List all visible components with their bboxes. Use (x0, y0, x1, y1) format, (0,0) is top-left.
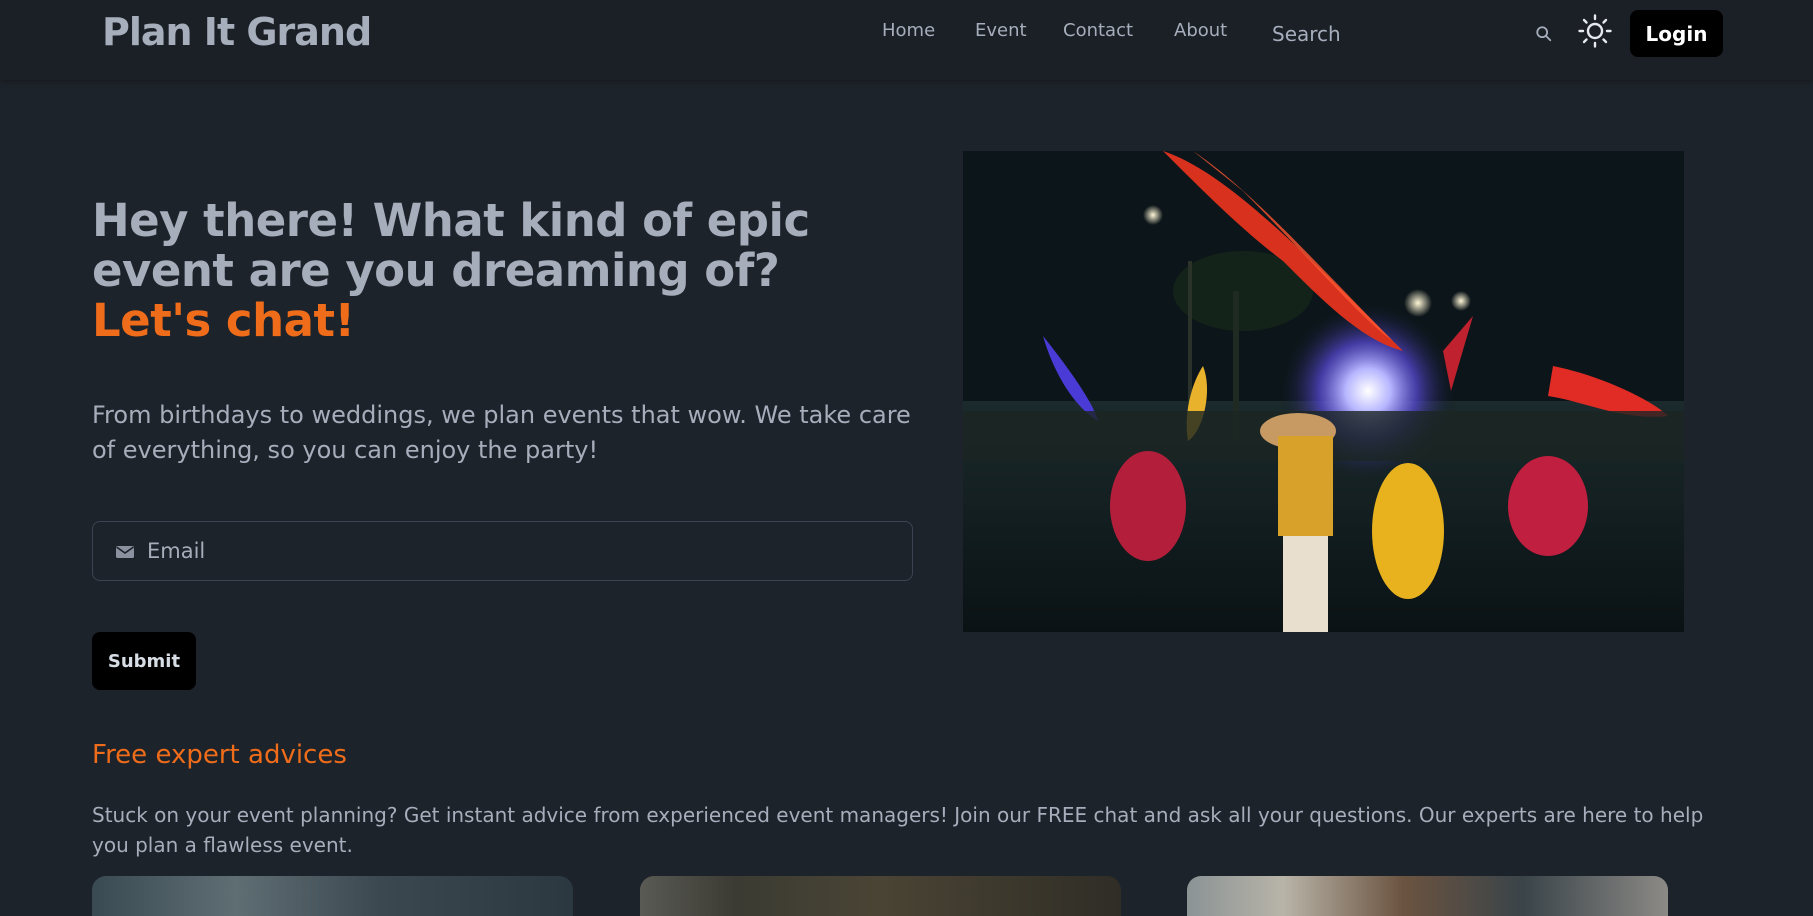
advice-card-3[interactable] (1187, 876, 1668, 916)
search-icon[interactable] (1535, 25, 1553, 43)
nav-link-event[interactable]: Event (975, 20, 1027, 41)
sun-icon[interactable] (1578, 14, 1612, 48)
advice-title: Free expert advices (92, 740, 347, 770)
hero-image (963, 151, 1684, 632)
email-field[interactable] (92, 521, 913, 581)
advice-card-1[interactable] (92, 876, 573, 916)
advice-text: Stuck on your event planning? Get instan… (92, 803, 1704, 857)
hero-subtext: From birthdays to weddings, we plan even… (92, 401, 911, 464)
login-button[interactable]: Login (1630, 10, 1723, 57)
submit-button[interactable]: Submit (92, 632, 196, 690)
hero-heading: Hey there! What kind of epic event are y… (92, 196, 912, 346)
search-input[interactable] (1262, 16, 1552, 52)
mail-icon (116, 546, 134, 558)
nav-link-home[interactable]: Home (882, 20, 935, 41)
festival-dancers-image (963, 151, 1684, 632)
nav-link-about[interactable]: About (1174, 20, 1227, 41)
navbar: Plan It Grand Home Event Contact About L… (0, 0, 1813, 80)
email-input[interactable] (143, 522, 903, 580)
brand-logo[interactable]: Plan It Grand (102, 10, 372, 54)
hero-heading-accent: Let's chat! (92, 294, 355, 347)
hero-heading-text: Hey there! What kind of epic event are y… (92, 194, 810, 297)
advice-card-2[interactable] (640, 876, 1121, 916)
nav-link-contact[interactable]: Contact (1063, 20, 1133, 41)
